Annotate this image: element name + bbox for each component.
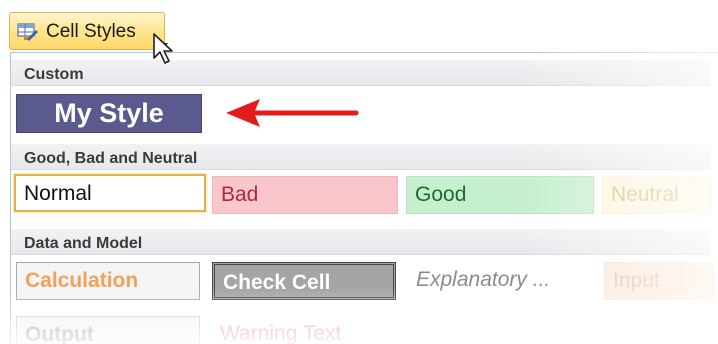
style-bad[interactable]: Bad <box>212 176 398 214</box>
style-my-style[interactable]: My Style <box>16 94 202 133</box>
style-neutral[interactable]: Neutral <box>602 176 712 214</box>
section-header-good-bad-neutral: Good, Bad and Neutral <box>11 144 711 170</box>
style-warning-text[interactable]: Warning Text <box>212 316 398 344</box>
style-good[interactable]: Good <box>406 176 594 214</box>
red-arrow-icon <box>226 99 359 127</box>
cell-styles-label: Cell Styles <box>46 21 136 42</box>
style-check-cell[interactable]: Check Cell <box>212 262 396 300</box>
page: Cell Styles Custom My Style Good, Bad an… <box>0 0 718 344</box>
section-header-custom: Custom <box>11 60 711 86</box>
style-calculation[interactable]: Calculation <box>16 262 200 300</box>
style-output[interactable]: Output <box>16 316 200 344</box>
section-header-data-and-model: Data and Model <box>11 229 711 255</box>
cell-styles-button[interactable]: Cell Styles <box>9 12 168 50</box>
style-normal[interactable]: Normal <box>14 174 206 212</box>
style-input[interactable]: Input <box>604 262 714 300</box>
mouse-pointer-icon <box>153 33 173 64</box>
style-explanatory[interactable]: Explanatory ... <box>408 262 594 300</box>
cell-styles-icon <box>17 23 38 41</box>
